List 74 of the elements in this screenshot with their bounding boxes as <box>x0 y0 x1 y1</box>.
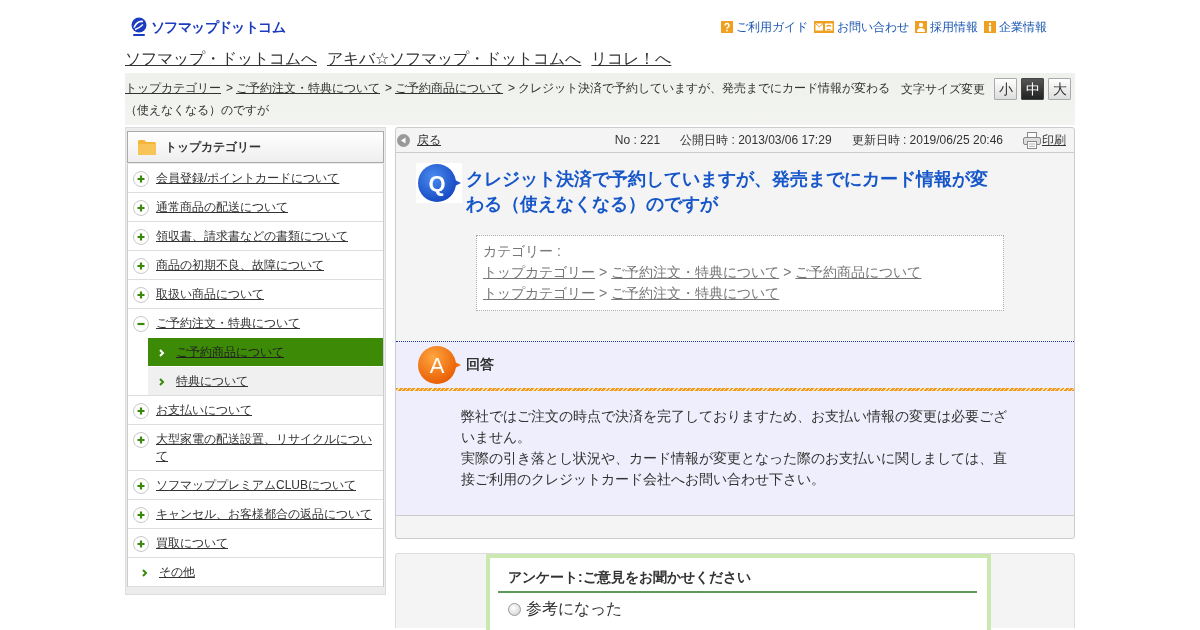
font-size-button[interactable]: 小 <box>994 78 1017 100</box>
plus-circle-icon[interactable] <box>133 506 149 523</box>
sidebar-item[interactable]: ご予約注文・特典について <box>128 309 383 337</box>
utility-link[interactable]: 企業情報 <box>984 19 1047 35</box>
breadcrumb-link[interactable]: ご予約商品について <box>395 81 504 95</box>
answer-heading: 回答 <box>466 356 494 374</box>
question-badge: Q <box>416 163 462 203</box>
sidebar-subitem[interactable]: 特典について <box>148 366 383 395</box>
category-link[interactable]: トップカテゴリー <box>483 285 595 301</box>
logo-emblem-icon <box>130 17 148 37</box>
utility-link[interactable]: お問い合わせ <box>814 19 909 35</box>
answer-text: 実際の引き落とし状況や、カード情報が変更となった際のお支払いに関しましては、直接ご利用のクレジットカード会社へお問い合わせ下さい。 <box>461 449 1008 489</box>
category-separator: > <box>783 264 792 280</box>
survey-title: アンケート:ご意見をお聞かせください <box>498 567 977 593</box>
question-number: No : 221 <box>614 133 661 147</box>
question-title: クレジット決済で予約していますが、発売までにカード情報が変わる（使えなくなる）のですが <box>466 168 989 216</box>
plus-circle-icon[interactable] <box>133 402 149 419</box>
breadcrumb-link[interactable]: ご予約注文・特典について <box>236 81 380 95</box>
minus-circle-icon[interactable] <box>133 315 149 332</box>
plus-circle-icon[interactable] <box>133 257 149 274</box>
breadcrumb-trail: トップカテゴリー > ご予約注文・特典について > ご予約商品について > クレジット決済で予約していますが、発売までにカード情報が変わる（使えなくなる）のですが <box>125 80 892 119</box>
print-link[interactable]: 印刷 <box>1023 131 1066 149</box>
sidebar-item[interactable]: キャンセル、お客様都合の返品について <box>128 500 383 528</box>
sidebar-item[interactable]: 領収書、請求書などの書類について <box>128 222 383 250</box>
printer-icon <box>1023 131 1041 149</box>
category-link[interactable]: ご予約商品について <box>795 264 922 280</box>
plus-circle-icon[interactable] <box>133 286 149 303</box>
answer-text: 弊社ではご注文の時点で決済を完了しておりますため、お支払い情報の変更は必要ございません。 <box>461 407 1008 447</box>
font-size-button[interactable]: 大 <box>1048 78 1071 100</box>
sidebar-item[interactable]: 商品の初期不良、故障について <box>128 251 383 279</box>
sidebar-item[interactable]: 会員登録/ポイントカードについて <box>128 164 383 192</box>
mail-phone-icon <box>814 21 834 33</box>
radio-button[interactable] <box>508 602 521 616</box>
category-link[interactable]: トップカテゴリー <box>483 264 595 280</box>
question-icon <box>721 21 733 33</box>
plus-circle-icon[interactable] <box>133 535 149 552</box>
category-link[interactable]: ご予約注文・特典について <box>611 285 780 301</box>
logo-text[interactable]: ソフマップドットコム <box>151 18 285 36</box>
sidebar-subitem[interactable]: ご予約商品について <box>148 337 383 366</box>
sidebar-item[interactable]: その他 <box>128 558 383 586</box>
sidebar-title: トップカテゴリー <box>165 138 261 156</box>
back-link[interactable]: 戻る <box>397 131 441 149</box>
published-date: 公開日時 : 2013/03/06 17:29 <box>680 131 832 149</box>
site-link[interactable]: リコレ！へ <box>591 47 672 71</box>
info-icon <box>984 21 996 33</box>
sidebar-item[interactable]: ソフマッププレミアムCLUBについて <box>128 471 383 499</box>
font-size-button[interactable]: 中 <box>1021 78 1044 100</box>
plus-circle-icon[interactable] <box>133 431 149 448</box>
breadcrumb-link[interactable]: トップカテゴリー <box>125 81 221 95</box>
sidebar-item[interactable]: お支払いについて <box>128 396 383 424</box>
category-label: カテゴリー : <box>483 243 561 259</box>
category-link[interactable]: ご予約注文・特典について <box>611 264 780 280</box>
plus-circle-icon[interactable] <box>133 199 149 216</box>
site-link[interactable]: ソフマップ・ドットコムへ <box>125 47 317 71</box>
person-icon <box>915 21 927 33</box>
updated-date: 更新日時 : 2019/06/25 20:46 <box>851 131 1003 149</box>
plus-circle-icon[interactable] <box>133 170 149 187</box>
utility-link[interactable]: ご利用ガイド <box>721 19 808 35</box>
category-separator: > <box>599 285 608 301</box>
sidebar-item[interactable]: 通常商品の配送について <box>128 193 383 221</box>
sidebar-item[interactable]: 取扱い商品について <box>128 280 383 308</box>
folder-icon <box>138 139 156 155</box>
sidebar-item[interactable]: 買取について <box>128 529 383 557</box>
survey-option[interactable]: 参考になった <box>498 593 622 620</box>
plus-circle-icon[interactable] <box>133 477 149 494</box>
category-separator: > <box>599 264 608 280</box>
plus-circle-icon[interactable] <box>133 228 149 245</box>
utility-link[interactable]: 採用情報 <box>915 19 978 35</box>
font-size-label: 文字サイズ変更 <box>901 81 985 98</box>
chevron-icon <box>159 377 165 386</box>
site-link[interactable]: アキバ☆ソフマップ・ドットコムへ <box>327 47 582 71</box>
chevron-icon <box>159 348 165 357</box>
sidebar-item[interactable]: 大型家電の配送設置、リサイクルについて <box>128 425 383 470</box>
chevron-icon <box>142 568 148 577</box>
